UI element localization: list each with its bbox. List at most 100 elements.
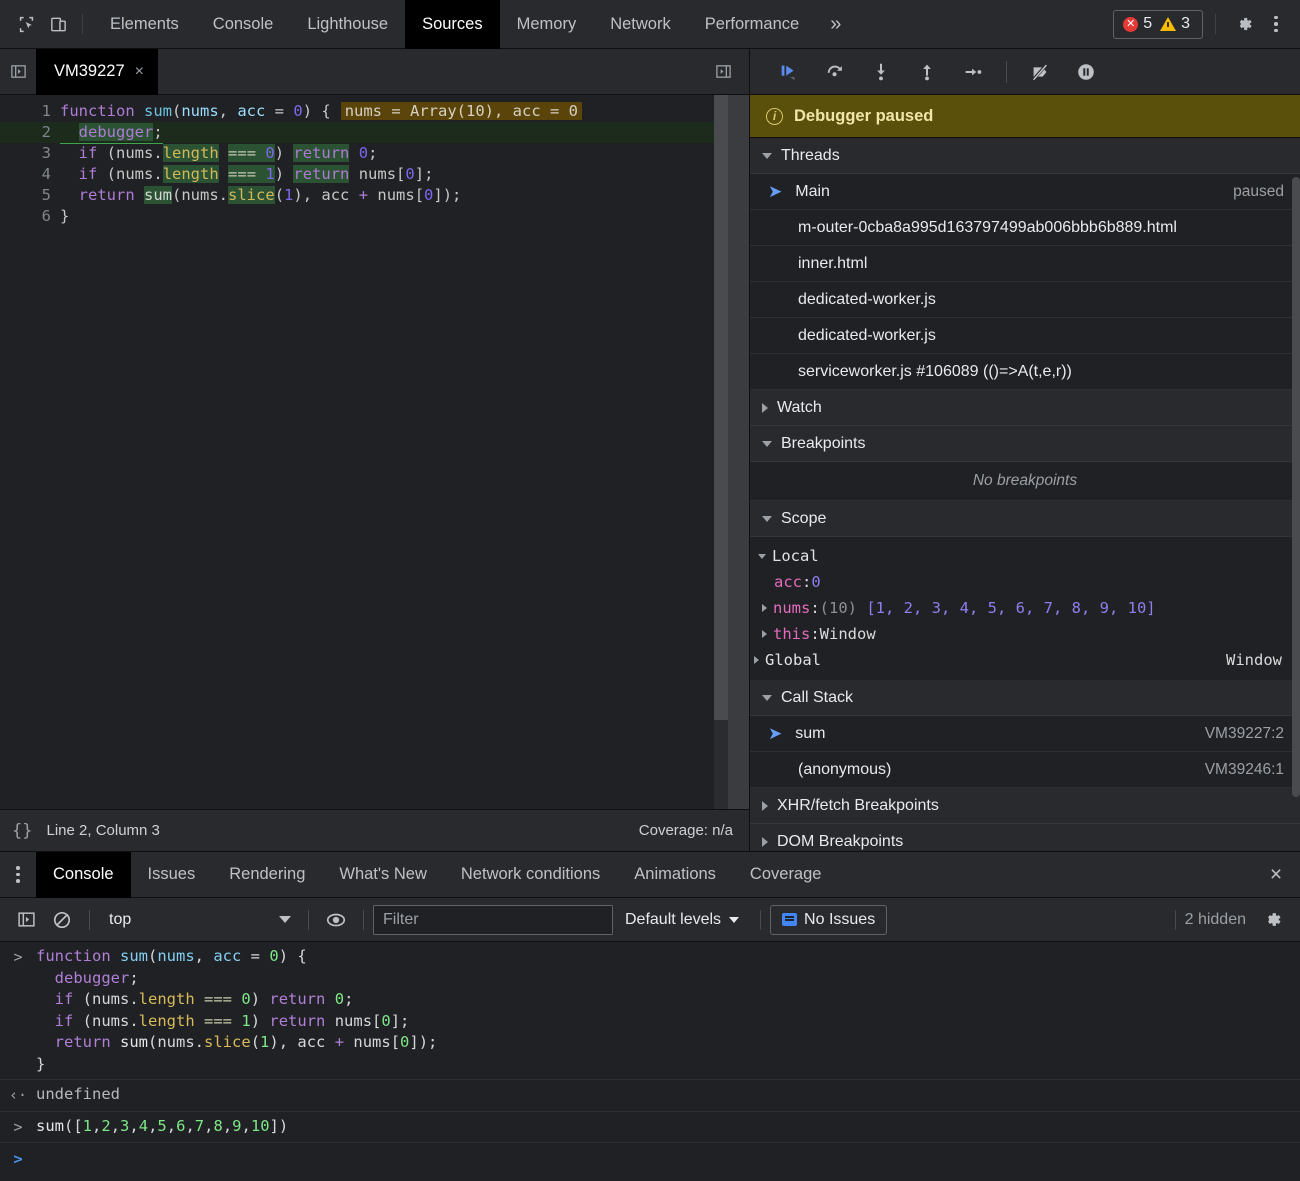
drawer-tab-rendering[interactable]: Rendering	[212, 852, 322, 898]
pretty-print-icon[interactable]: {}	[12, 821, 32, 841]
console-sidebar-icon[interactable]	[8, 904, 44, 936]
device-toolbar-icon[interactable]	[42, 9, 74, 39]
clear-console-icon[interactable]	[44, 904, 80, 936]
section-title: XHR/fetch Breakpoints	[777, 796, 939, 814]
no-issues-button[interactable]: No Issues	[770, 904, 888, 935]
editor-scrollbar[interactable]	[714, 95, 728, 809]
section-header-scope[interactable]: Scope	[750, 501, 1300, 537]
pause-on-exceptions-icon[interactable]	[1065, 55, 1107, 89]
drawer-tab-network-conditions[interactable]: Network conditions	[444, 852, 617, 898]
kebab-menu-icon[interactable]	[1260, 9, 1292, 39]
step-out-icon[interactable]	[906, 55, 948, 89]
console-message-input-2[interactable]: > sum([1,2,3,4,5,6,7,8,9,10])	[0, 1112, 1300, 1143]
more-tabs-icon[interactable]: »	[816, 0, 855, 49]
scope-name: Local	[772, 547, 819, 565]
tab-sources[interactable]: Sources	[405, 0, 500, 49]
chevron-down-icon	[762, 152, 772, 159]
thread-item-serviceworker[interactable]: serviceworker.js #106089 (()=>A(t,e,r))	[750, 354, 1300, 390]
filter-input[interactable]	[373, 904, 613, 935]
chevron-down-icon	[762, 515, 772, 522]
thread-item-inner-html[interactable]: inner.html	[750, 246, 1300, 282]
toolbar-divider-2	[1215, 14, 1216, 34]
console-output[interactable]: > function sum(nums, acc = 0) { debugger…	[0, 942, 1300, 1181]
drawer-tab-whats-new[interactable]: What's New	[322, 852, 444, 898]
step-into-icon[interactable]	[860, 55, 902, 89]
drawer-tab-animations[interactable]: Animations	[617, 852, 733, 898]
section-header-watch[interactable]: Watch	[750, 390, 1300, 426]
call-stack-frame-sum[interactable]: ➤ sum VM39227:2	[750, 716, 1300, 752]
file-tab-label: VM39227	[54, 62, 125, 80]
inspect-cursor-icon[interactable]	[10, 9, 42, 39]
panel-tablist: Elements Console Lighthouse Sources Memo…	[93, 0, 855, 49]
inline-eval-hint: nums = Array(10), acc = 0	[340, 102, 582, 120]
execution-context-select[interactable]: top	[99, 905, 299, 935]
thread-item-main[interactable]: ➤ Main paused	[750, 174, 1300, 210]
console-message-input-1[interactable]: > function sum(nums, acc = 0) { debugger…	[0, 942, 1300, 1080]
debugger-scrollbar[interactable]	[1292, 95, 1300, 851]
console-toolbar: top Default levels No Issues 2 hidden	[0, 898, 1300, 942]
tab-performance[interactable]: Performance	[688, 0, 816, 49]
debugger-sections[interactable]: i Debugger paused Threads ➤ Main paused …	[750, 95, 1300, 851]
line-number: 1	[41, 102, 51, 120]
console-toolbar-divider-1	[89, 909, 90, 930]
scrollbar-thumb[interactable]	[714, 95, 728, 720]
close-drawer-icon[interactable]: ×	[1252, 852, 1300, 898]
frame-location: VM39246:1	[1204, 760, 1284, 778]
thread-item-dedicated-worker-2[interactable]: dedicated-worker.js	[750, 318, 1300, 354]
section-header-dom-breakpoints[interactable]: DOM Breakpoints	[750, 824, 1300, 851]
issues-counter[interactable]: ✕ 5 3	[1113, 9, 1203, 39]
tab-memory[interactable]: Memory	[500, 0, 594, 49]
variable-name: this	[773, 625, 811, 643]
chevron-down-icon	[279, 916, 291, 923]
code-line-2: 2 debugger;	[0, 122, 749, 144]
chevron-right-icon[interactable]	[754, 656, 759, 664]
thread-item-dedicated-worker-1[interactable]: dedicated-worker.js	[750, 282, 1300, 318]
section-header-call-stack[interactable]: Call Stack	[750, 680, 1300, 716]
console-prompt[interactable]: >	[0, 1143, 1300, 1175]
resume-script-icon[interactable]	[768, 55, 810, 89]
scope-tree[interactable]: Local acc: 0 nums: (10) [1, 2, 3, 4, 5, …	[750, 537, 1300, 680]
kebab-dots	[16, 866, 20, 883]
show-debugger-icon[interactable]	[705, 49, 741, 95]
call-stack-frame-anonymous[interactable]: (anonymous) VM39246:1	[750, 752, 1300, 788]
scrollbar-thumb[interactable]	[1292, 177, 1300, 797]
code-line-text: return sum(nums.slice(1), acc + nums[0])…	[78, 186, 462, 204]
scope-local-header[interactable]: Local	[750, 543, 1300, 569]
tab-lighthouse[interactable]: Lighthouse	[290, 0, 405, 49]
scope-var-this[interactable]: this: Window	[750, 621, 1300, 647]
section-header-threads[interactable]: Threads	[750, 138, 1300, 174]
scope-var-nums[interactable]: nums: (10) [1, 2, 3, 4, 5, 6, 7, 8, 9, 1…	[750, 595, 1300, 621]
live-expression-icon[interactable]	[318, 904, 354, 936]
section-title: Call Stack	[781, 688, 854, 706]
chevron-right-icon[interactable]	[762, 604, 767, 612]
console-message-output-1[interactable]: ‹· undefined	[0, 1080, 1300, 1112]
deactivate-breakpoints-icon[interactable]	[1019, 55, 1061, 89]
thread-item-outer-html[interactable]: m-outer-0cba8a995d163797499ab006bbb6b889…	[750, 210, 1300, 246]
scope-global-header[interactable]: Global Window	[750, 647, 1300, 673]
drawer-tab-issues[interactable]: Issues	[131, 852, 213, 898]
section-header-breakpoints[interactable]: Breakpoints	[750, 426, 1300, 462]
scope-var-acc[interactable]: acc: 0	[750, 569, 1300, 595]
drawer: Console Issues Rendering What's New Netw…	[0, 851, 1300, 1181]
tab-network[interactable]: Network	[593, 0, 688, 49]
step-over-icon[interactable]	[814, 55, 856, 89]
chevron-right-icon[interactable]	[762, 630, 767, 638]
section-header-xhr-breakpoints[interactable]: XHR/fetch Breakpoints	[750, 788, 1300, 824]
code-lines[interactable]: 1 function sum(nums, acc = 0) {nums = Ar…	[0, 95, 749, 809]
console-settings-gear-icon[interactable]	[1254, 904, 1290, 936]
console-toolbar-divider-3	[363, 909, 364, 930]
chevron-down-icon	[762, 440, 772, 447]
gear-icon[interactable]	[1228, 9, 1260, 39]
step-icon[interactable]	[952, 55, 994, 89]
line-number: 5	[41, 186, 51, 204]
show-navigator-icon[interactable]	[0, 49, 36, 95]
close-icon[interactable]: ×	[135, 63, 144, 81]
tab-console[interactable]: Console	[196, 0, 291, 49]
file-tab-vm39227[interactable]: VM39227 ×	[36, 48, 158, 95]
tab-elements[interactable]: Elements	[93, 0, 196, 49]
code-editor[interactable]: 1 function sum(nums, acc = 0) {nums = Ar…	[0, 95, 749, 809]
drawer-tab-console[interactable]: Console	[36, 851, 131, 898]
log-levels-select[interactable]: Default levels	[613, 905, 751, 935]
drawer-tab-coverage[interactable]: Coverage	[733, 852, 839, 898]
drawer-menu-icon[interactable]	[0, 852, 36, 898]
